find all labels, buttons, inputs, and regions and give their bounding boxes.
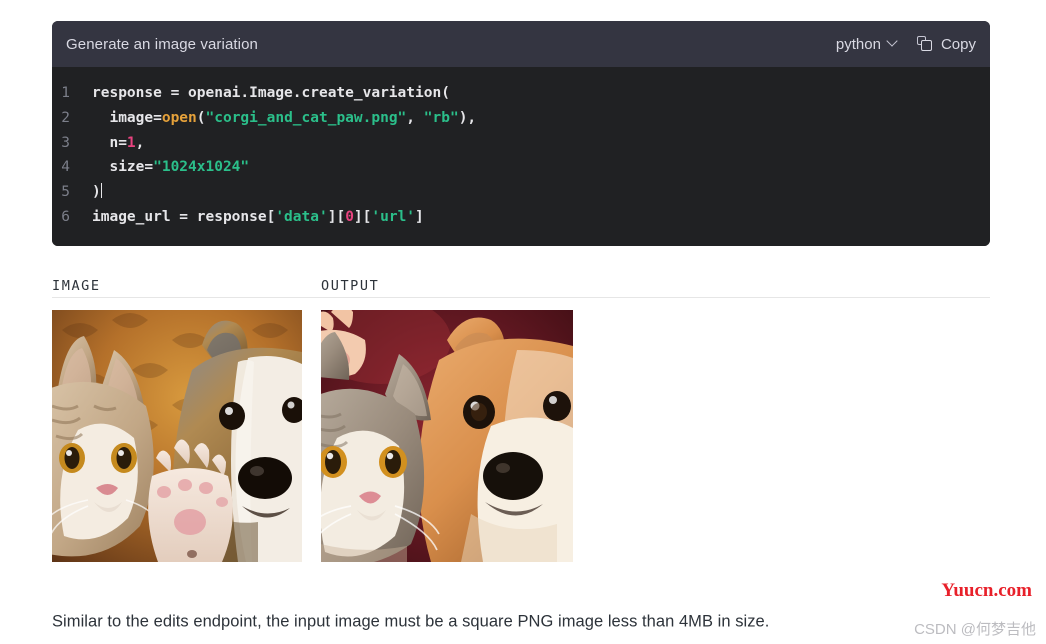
language-selector[interactable]: python <box>836 36 899 53</box>
column-label-output: OUTPUT <box>321 278 380 294</box>
code-line-text: image_url = response['data'][0]['url'] <box>92 208 424 225</box>
line-number: 4 <box>61 159 70 176</box>
code-block-title: Generate an image variation <box>66 35 258 53</box>
copy-button-label: Copy <box>940 35 976 53</box>
language-selector-label: python <box>835 35 881 53</box>
watermark-primary: Yuucn.com <box>941 580 1032 601</box>
watermark-secondary: CSDN @何梦吉他 <box>914 621 1036 638</box>
code-line-text: response = openai.Image.create_variation… <box>92 85 450 101</box>
code-block-header: Generate an image variation python Copy <box>52 21 990 67</box>
output-image-graphic <box>321 310 573 562</box>
caption-text: Similar to the edits endpoint, the input… <box>52 612 770 631</box>
chevron-down-icon <box>888 37 899 48</box>
copy-button[interactable]: Copy <box>916 35 976 53</box>
section-divider <box>52 297 990 298</box>
input-image-thumbnail[interactable] <box>52 310 302 562</box>
code-line: 5 ) <box>52 180 990 205</box>
copy-icon <box>916 36 933 52</box>
line-number: 1 <box>61 85 70 101</box>
code-line: 4 size="1024x1024" <box>52 155 990 180</box>
column-labels-row: IMAGE OUTPUT <box>52 278 990 298</box>
output-image-thumbnail[interactable] <box>321 310 573 562</box>
code-line-text: image=open("corgi_and_cat_paw.png", "rb"… <box>92 109 477 126</box>
text-caret <box>100 183 102 199</box>
code-line: 2 image=open("corgi_and_cat_paw.png", "r… <box>52 106 990 131</box>
line-number: 2 <box>61 109 70 126</box>
line-number: 5 <box>61 184 70 201</box>
code-line-text: n=1, <box>92 134 145 151</box>
code-line: 6 image_url = response['data'][0]['url'] <box>52 205 990 230</box>
code-content[interactable]: 1 response = openai.Image.create_variati… <box>52 67 990 246</box>
code-block-card: Generate an image variation python Copy … <box>52 21 990 246</box>
code-line-text: ) <box>92 183 102 201</box>
line-number: 6 <box>61 208 70 225</box>
code-line: 1 response = openai.Image.create_variati… <box>52 81 990 106</box>
code-block-header-actions: python Copy <box>836 36 976 53</box>
code-line: 3 n=1, <box>52 131 990 156</box>
column-label-image: IMAGE <box>52 278 101 294</box>
line-number: 3 <box>61 134 70 151</box>
code-line-text: size="1024x1024" <box>92 159 250 176</box>
input-image-graphic <box>52 310 302 562</box>
